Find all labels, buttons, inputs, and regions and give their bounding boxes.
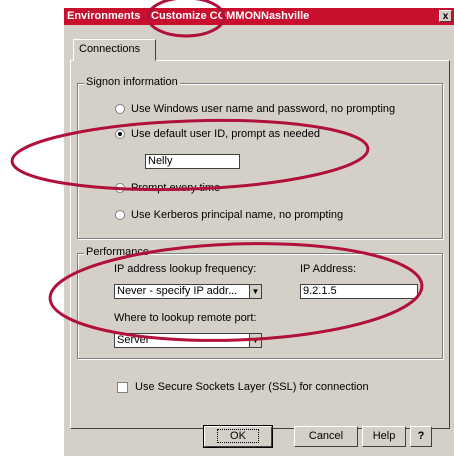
tab-connections[interactable]: Connections bbox=[73, 39, 156, 61]
customize-dialog: Environments Customize COMMONNashville x… bbox=[64, 8, 454, 456]
radio-circle[interactable] bbox=[115, 104, 125, 114]
lookup-frequency-label: IP address lookup frequency: bbox=[114, 263, 257, 275]
help-button[interactable]: Help bbox=[362, 426, 406, 447]
radio-default-user-id-label: Use default user ID, prompt as needed bbox=[131, 128, 320, 140]
title-environments: Environments bbox=[67, 10, 141, 22]
chevron-down-icon[interactable]: ▼ bbox=[249, 285, 261, 298]
title-customize: Customize COMMONNashville bbox=[151, 10, 310, 22]
title-bar[interactable]: Environments Customize COMMONNashville x bbox=[64, 8, 454, 25]
lookup-frequency-value: Never - specify IP addr... bbox=[117, 285, 238, 297]
ssl-checkbox[interactable] bbox=[117, 381, 128, 393]
remote-port-select[interactable]: Server ▼ bbox=[114, 333, 262, 348]
ssl-checkbox-label: Use Secure Sockets Layer (SSL) for conne… bbox=[135, 381, 369, 393]
radio-prompt-every-time-label: Prompt every time bbox=[131, 182, 221, 194]
connections-panel: Signon information Use Windows user name… bbox=[70, 60, 450, 429]
context-help-button[interactable]: ? bbox=[410, 426, 432, 447]
ssl-checkbox-row[interactable]: Use Secure Sockets Layer (SSL) for conne… bbox=[117, 381, 369, 393]
performance-group: Performance IP address lookup frequency:… bbox=[77, 246, 443, 359]
radio-kerberos[interactable]: Use Kerberos principal name, no promptin… bbox=[115, 209, 343, 221]
signon-group: Signon information Use Windows user name… bbox=[77, 76, 443, 239]
lookup-frequency-select[interactable]: Never - specify IP addr... ▼ bbox=[114, 284, 262, 299]
signon-legend: Signon information bbox=[84, 76, 180, 88]
ok-button[interactable]: OK bbox=[203, 425, 273, 448]
remote-port-label: Where to lookup remote port: bbox=[114, 312, 257, 324]
performance-legend: Performance bbox=[84, 246, 151, 258]
chevron-down-icon[interactable]: ▼ bbox=[249, 334, 261, 347]
radio-default-user-id[interactable]: Use default user ID, prompt as needed bbox=[115, 128, 320, 140]
ip-address-label: IP Address: bbox=[300, 263, 357, 275]
remote-port-value: Server bbox=[117, 334, 150, 346]
radio-circle[interactable] bbox=[115, 183, 125, 193]
ok-button-label: OK bbox=[217, 429, 259, 443]
close-icon[interactable]: x bbox=[439, 10, 452, 22]
radio-circle[interactable] bbox=[115, 210, 125, 220]
radio-kerberos-label: Use Kerberos principal name, no promptin… bbox=[131, 209, 344, 221]
user-id-field[interactable]: Nelly bbox=[145, 154, 240, 169]
radio-windows-user-label: Use Windows user name and password, no p… bbox=[131, 103, 396, 115]
ip-address-field[interactable]: 9.2.1.5 bbox=[300, 284, 418, 299]
radio-prompt-every-time[interactable]: Prompt every time bbox=[115, 182, 220, 194]
cancel-button[interactable]: Cancel bbox=[294, 426, 358, 447]
radio-windows-user[interactable]: Use Windows user name and password, no p… bbox=[115, 103, 395, 115]
radio-circle-selected[interactable] bbox=[115, 129, 125, 139]
